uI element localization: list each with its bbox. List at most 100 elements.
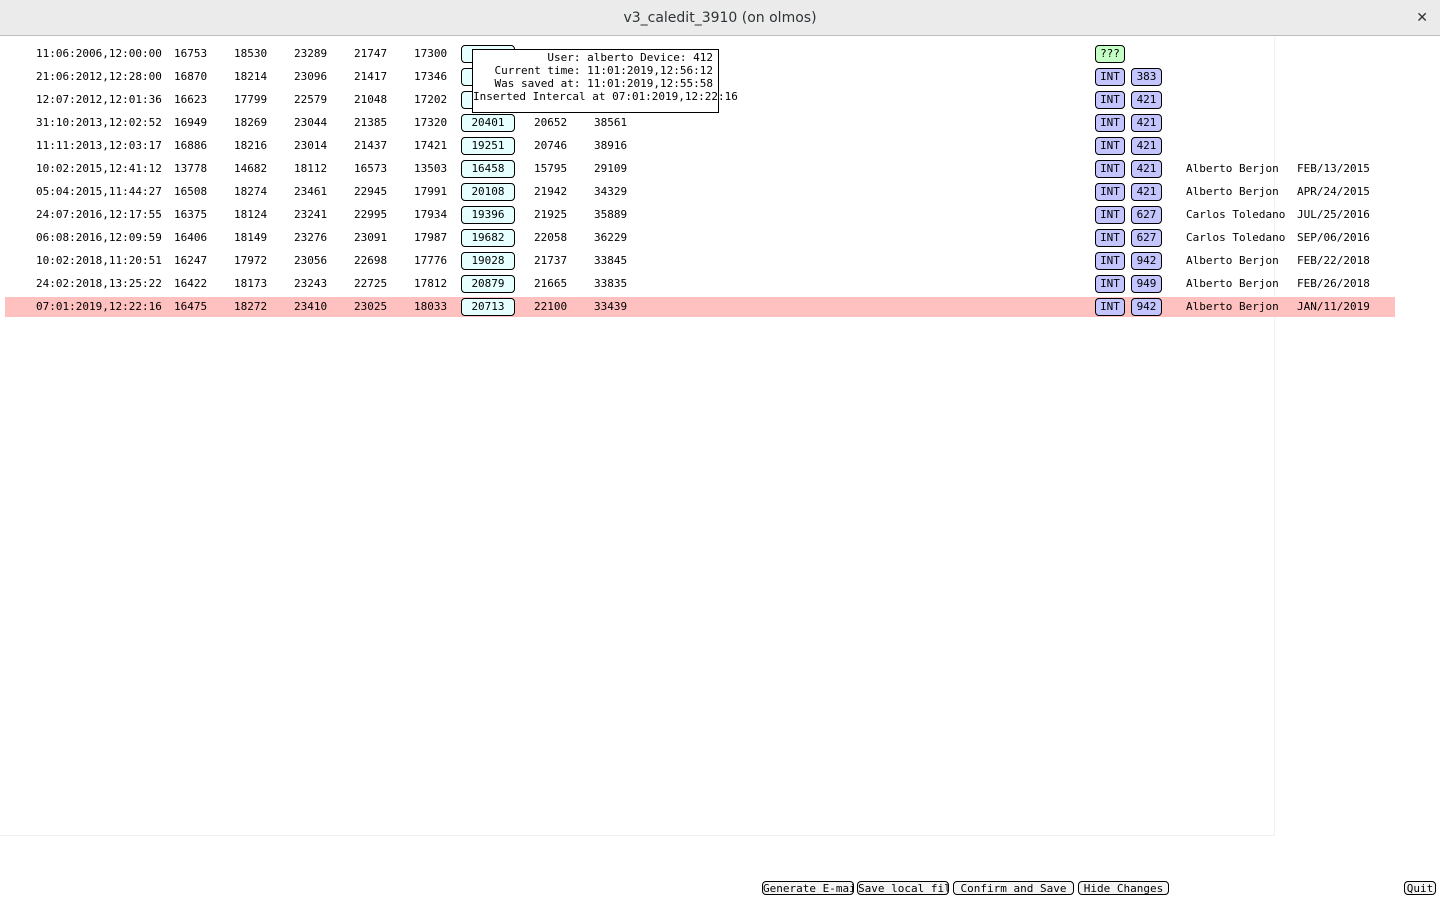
value-cell: 23243 [294, 277, 328, 290]
value-cell: 16375 [174, 208, 208, 221]
device-number-button[interactable]: 421 [1131, 137, 1162, 155]
value-cell: 13503 [414, 162, 448, 175]
value-cell: 22725 [354, 277, 388, 290]
value-cell: 18272 [234, 300, 268, 313]
device-number-button[interactable]: 421 [1131, 91, 1162, 109]
type-tag-button[interactable]: INT [1095, 183, 1125, 201]
save-local-file-button[interactable]: Save local file [857, 881, 949, 895]
close-icon[interactable]: ✕ [1416, 0, 1428, 36]
value-cell: 36229 [594, 231, 628, 244]
confirm-and-save-button[interactable]: Confirm and Save [953, 881, 1074, 895]
value-cell: 16508 [174, 185, 208, 198]
record-date: APR/24/2015 [1297, 185, 1370, 198]
title-bar: v3_caledit_3910 (on olmos) ✕ [0, 0, 1440, 36]
type-tag-button[interactable]: INT [1095, 68, 1125, 86]
generate-email-button[interactable]: Generate E-mail [762, 881, 854, 895]
editable-value-box[interactable]: 20108 [461, 183, 515, 201]
value-cell: 14682 [234, 162, 268, 175]
editable-value-box[interactable]: 19028 [461, 252, 515, 270]
device-number-button[interactable]: 383 [1131, 68, 1162, 86]
type-tag-button[interactable]: ??? [1095, 45, 1125, 63]
date-cell: 11:11:2013,12:03:17 [36, 139, 162, 152]
value-cell: 23091 [354, 231, 388, 244]
device-number-button[interactable]: 421 [1131, 183, 1162, 201]
device-number-button[interactable]: 627 [1131, 229, 1162, 247]
value-cell: 38916 [594, 139, 628, 152]
value-cell: 17320 [414, 116, 448, 129]
device-number-button[interactable]: 421 [1131, 160, 1162, 178]
editable-value-box[interactable]: 20401 [461, 114, 515, 132]
editable-value-box[interactable]: 20879 [461, 275, 515, 293]
value-cell: 18124 [234, 208, 268, 221]
value-cell: 23096 [294, 70, 328, 83]
value-cell: 38561 [594, 116, 628, 129]
type-tag-button[interactable]: INT [1095, 137, 1125, 155]
value-cell: 16573 [354, 162, 388, 175]
device-number-button[interactable]: 942 [1131, 298, 1162, 316]
value-cell: 21942 [534, 185, 568, 198]
table-row-selected[interactable]: 07:01:2019,12:22:16 16475 18272 23410 23025 1… [5, 297, 1395, 317]
operator-name: Carlos Toledano [1186, 208, 1286, 221]
value-cell: 17799 [234, 93, 268, 106]
operator-name: Alberto Berjon [1186, 277, 1279, 290]
hide-changes-button[interactable]: Hide Changes [1078, 881, 1169, 895]
date-cell: 10:02:2018,11:20:51 [36, 254, 162, 267]
value-cell: 17346 [414, 70, 448, 83]
operator-name: Alberto Berjon [1186, 185, 1279, 198]
value-cell: 18216 [234, 139, 268, 152]
value-cell: 23461 [294, 185, 328, 198]
type-tag-button[interactable]: INT [1095, 275, 1125, 293]
value-cell: 23276 [294, 231, 328, 244]
device-number-button[interactable]: 627 [1131, 206, 1162, 224]
table-row[interactable]: 10:02:2015,12:41:12 13778 14682 18112 16573 1… [5, 159, 1395, 179]
editable-value-box[interactable]: 19682 [461, 229, 515, 247]
editable-value-box[interactable]: 19251 [461, 137, 515, 155]
type-tag-button[interactable]: INT [1095, 206, 1125, 224]
type-tag-button[interactable]: INT [1095, 160, 1125, 178]
value-cell: 18530 [234, 47, 268, 60]
value-cell: 16422 [174, 277, 208, 290]
type-tag-button[interactable]: INT [1095, 229, 1125, 247]
device-number-button[interactable]: 942 [1131, 252, 1162, 270]
table-row[interactable]: 06:08:2016,12:09:59 16406 18149 23276 23091 1… [5, 228, 1395, 248]
value-cell: 23025 [354, 300, 388, 313]
value-cell: 21665 [534, 277, 568, 290]
editable-value-box[interactable]: 20713 [461, 298, 515, 316]
device-number-button[interactable]: 421 [1131, 114, 1162, 132]
value-cell: 21747 [354, 47, 388, 60]
value-cell: 17202 [414, 93, 448, 106]
value-cell: 18112 [294, 162, 328, 175]
operator-name: Alberto Berjon [1186, 254, 1279, 267]
value-cell: 21437 [354, 139, 388, 152]
type-tag-button[interactable]: INT [1095, 298, 1125, 316]
editable-value-box[interactable]: 19396 [461, 206, 515, 224]
value-cell: 18214 [234, 70, 268, 83]
value-cell: 34329 [594, 185, 628, 198]
value-cell: 22100 [534, 300, 568, 313]
value-cell: 16406 [174, 231, 208, 244]
value-cell: 18173 [234, 277, 268, 290]
value-cell: 18149 [234, 231, 268, 244]
operator-name: Alberto Berjon [1186, 162, 1279, 175]
table-row[interactable]: 05:04:2015,11:44:27 16508 18274 23461 22945 1… [5, 182, 1395, 202]
table-row[interactable]: 11:11:2013,12:03:17 16886 18216 23014 21437 1… [5, 136, 1395, 156]
value-cell: 17776 [414, 254, 448, 267]
window-title: v3_caledit_3910 (on olmos) [623, 10, 817, 26]
table-row[interactable]: 31:10:2013,12:02:52 16949 18269 23044 21385 1… [5, 113, 1395, 133]
value-cell: 21737 [534, 254, 568, 267]
editable-value-box[interactable]: 16458 [461, 160, 515, 178]
value-cell: 18033 [414, 300, 448, 313]
table-row[interactable]: 24:07:2016,12:17:55 16375 18124 23241 22995 1… [5, 205, 1395, 225]
value-cell: 23014 [294, 139, 328, 152]
table-row[interactable]: 24:02:2018,13:25:22 16422 18173 23243 22725 1… [5, 274, 1395, 294]
type-tag-button[interactable]: INT [1095, 114, 1125, 132]
device-number-button[interactable]: 949 [1131, 275, 1162, 293]
type-tag-button[interactable]: INT [1095, 252, 1125, 270]
table-row[interactable]: 10:02:2018,11:20:51 16247 17972 23056 22698 1… [5, 251, 1395, 271]
quit-button[interactable]: Quit [1404, 881, 1436, 895]
value-cell: 20652 [534, 116, 568, 129]
calibration-table: 11:06:2006,12:00:00 16753 18530 23289 21747 1… [0, 37, 1395, 836]
value-cell: 23410 [294, 300, 328, 313]
type-tag-button[interactable]: INT [1095, 91, 1125, 109]
value-cell: 16623 [174, 93, 208, 106]
